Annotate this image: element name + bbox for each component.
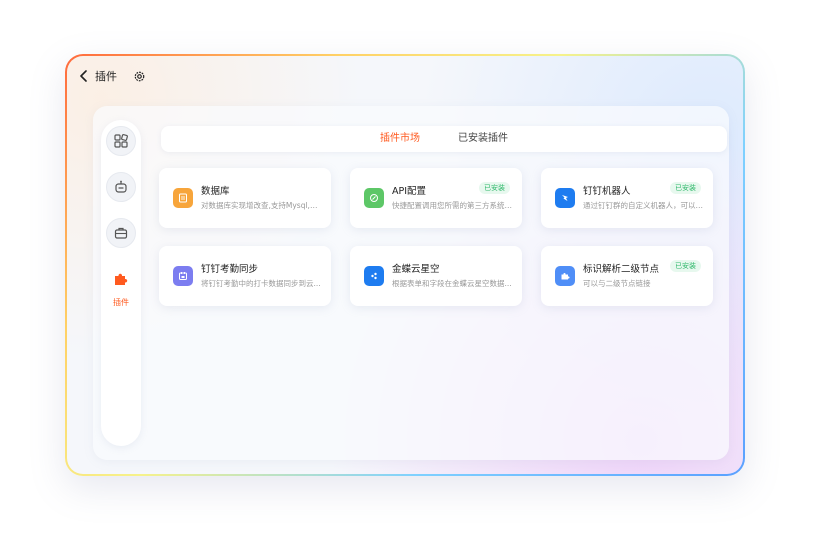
plugin-card-api-config[interactable]: API配置 已安装 快捷配置调用您所需的第三方系统A... xyxy=(350,168,522,228)
installed-badge: 已安装 xyxy=(479,182,510,194)
tab-installed-plugins[interactable]: 已安装插件 xyxy=(458,126,508,152)
dingtalk-robot-icon xyxy=(555,188,575,208)
plugin-desc: 快捷配置调用您所需的第三方系统A... xyxy=(392,201,512,210)
app-window-frame: 插件 插件 插件市场 已安装插件 数据库 对数据库实现增改查,支持Mysql,O… xyxy=(65,54,745,476)
plugin-card-identifier-node[interactable]: 标识解析二级节点 已安装 可以与二级节点链接 xyxy=(541,246,713,306)
page-title: 插件 xyxy=(95,70,117,83)
plugin-name: API配置 xyxy=(392,186,427,197)
tab-plugin-market[interactable]: 插件市场 xyxy=(380,126,420,152)
robot-icon xyxy=(115,180,127,193)
chevron-left-icon xyxy=(80,70,87,82)
app-window: 插件 插件 插件市场 已安装插件 数据库 对数据库实现增改查,支持Mysql,O… xyxy=(67,56,743,474)
top-bar: 插件 xyxy=(67,56,743,96)
main-panel: 插件 插件市场 已安装插件 数据库 对数据库实现增改查,支持Mysql,Or..… xyxy=(93,106,729,460)
plugin-name: 金蝶云星空 xyxy=(392,264,440,275)
gear-icon xyxy=(134,71,144,81)
settings-button[interactable] xyxy=(131,68,147,84)
sidebar: 插件 xyxy=(101,120,141,446)
plugin-desc: 对数据库实现增改查,支持Mysql,Or... xyxy=(201,201,321,210)
back-button[interactable] xyxy=(75,67,93,85)
plugin-puzzle-icon xyxy=(115,273,128,285)
plugin-card-dingtalk-robot[interactable]: 钉钉机器人 已安装 通过钉钉群的自定义机器人，可以用... xyxy=(541,168,713,228)
plugin-desc: 通过钉钉群的自定义机器人，可以用... xyxy=(583,201,703,210)
plugin-name: 数据库 xyxy=(201,186,230,197)
plugin-card-database[interactable]: 数据库 对数据库实现增改查,支持Mysql,Or... xyxy=(159,168,331,228)
apps-grid-icon xyxy=(114,134,128,148)
briefcase-icon xyxy=(114,227,128,239)
installed-badge: 已安装 xyxy=(670,182,701,194)
api-icon xyxy=(364,188,384,208)
sidebar-item-apps[interactable] xyxy=(106,126,136,156)
plugin-name: 钉钉机器人 xyxy=(583,186,631,197)
plugin-desc: 将钉钉考勤中的打卡数据同步到云... xyxy=(201,279,321,288)
plugin-desc: 可以与二级节点链接 xyxy=(583,279,651,288)
kingdee-icon xyxy=(364,266,384,286)
sidebar-item-briefcase[interactable] xyxy=(106,218,136,248)
plugin-card-dingtalk-attendance[interactable]: 钉钉考勤同步 将钉钉考勤中的打卡数据同步到云... xyxy=(159,246,331,306)
sidebar-item-plugin-label: 插件 xyxy=(113,298,129,307)
tab-bar: 插件市场 已安装插件 xyxy=(161,126,727,152)
database-icon xyxy=(173,188,193,208)
attendance-icon xyxy=(173,266,193,286)
plugin-name: 标识解析二级节点 xyxy=(583,264,660,275)
plugin-name: 钉钉考勤同步 xyxy=(201,264,259,275)
sidebar-item-robot[interactable] xyxy=(106,172,136,202)
plugin-card-kingdee[interactable]: 金蝶云星空 根据表单和字段在金蝶云星空数据... xyxy=(350,246,522,306)
plugin-desc: 根据表单和字段在金蝶云星空数据... xyxy=(392,279,512,288)
installed-badge: 已安装 xyxy=(670,260,701,272)
sidebar-item-plugin[interactable] xyxy=(106,264,136,294)
puzzle-icon xyxy=(555,266,575,286)
